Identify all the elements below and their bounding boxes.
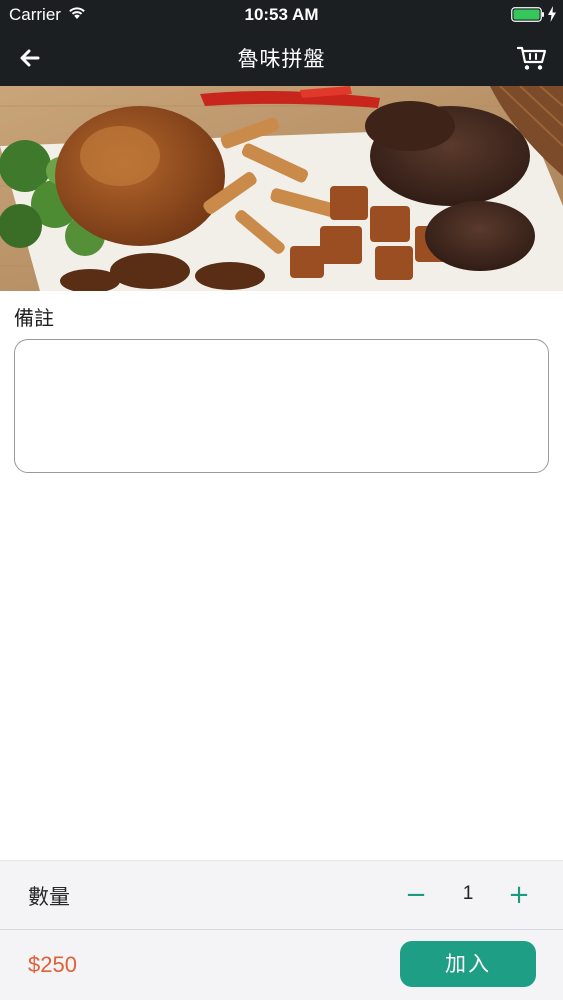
notes-label: 備註 (14, 306, 54, 330)
braised-platter-photo (0, 86, 563, 291)
quantity-row: 數量 − 1 + (0, 860, 563, 930)
price-label: $250 (28, 952, 77, 977)
quantity-value: 1 (462, 883, 474, 904)
charging-bolt-icon (548, 6, 556, 22)
increase-quantity-button[interactable]: + (503, 877, 535, 913)
nav-bar: 魯味拼盤 (0, 30, 563, 86)
bottom-bar: $250 加入 (0, 930, 563, 1000)
food-image (0, 86, 563, 291)
page-title: 魯味拼盤 (237, 47, 326, 71)
cart-icon (516, 46, 547, 70)
battery-icon (511, 7, 544, 22)
clock-label: 10:53 AM (244, 5, 319, 24)
add-to-cart-button[interactable]: 加入 (400, 941, 536, 987)
decrease-quantity-button[interactable]: − (400, 877, 432, 913)
status-bar: Carrier 10:53 AM (0, 0, 563, 30)
notes-input[interactable] (14, 339, 549, 473)
quantity-label: 數量 (28, 885, 70, 909)
cart-button[interactable] (516, 43, 548, 73)
